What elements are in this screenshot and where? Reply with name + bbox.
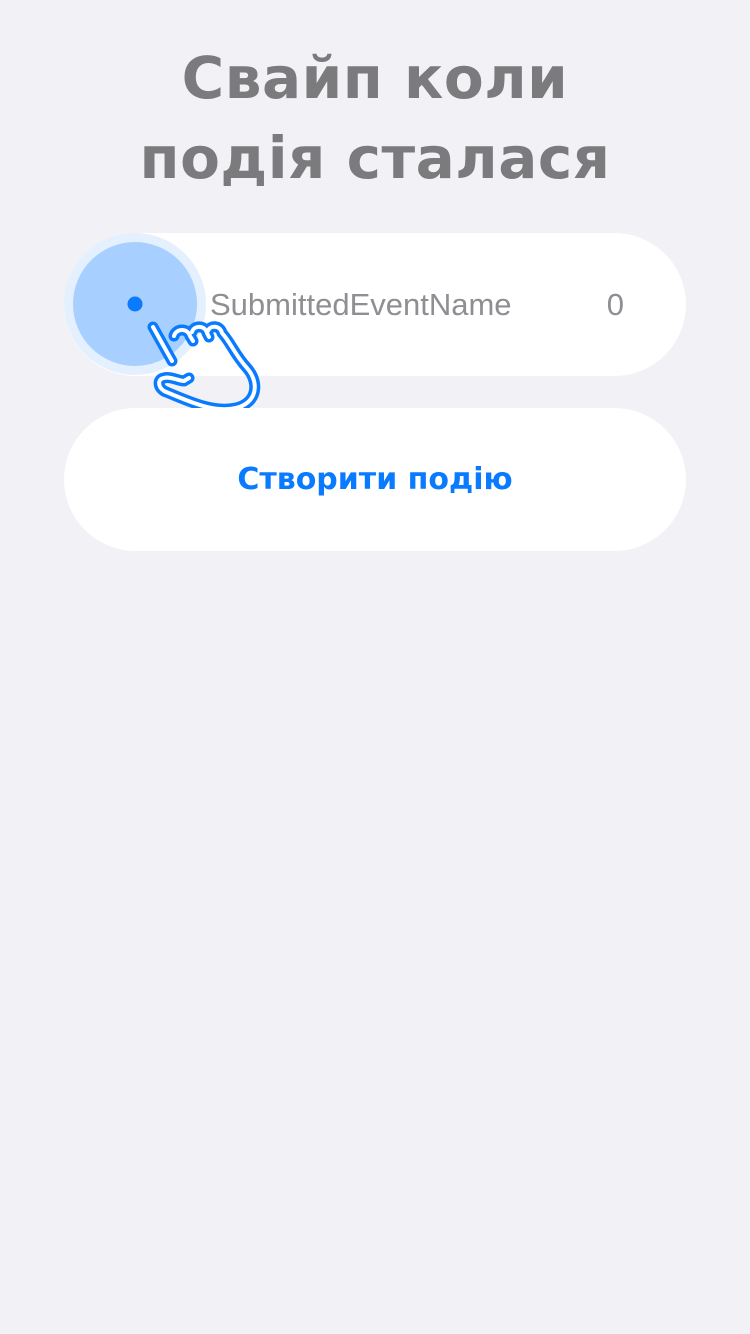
page-title: Свайп коли подія сталася [0,38,750,198]
page-title-line-1: Свайп коли [181,44,569,112]
event-name: SubmittedEventName [210,287,512,322]
create-event-button[interactable]: Створити подію [64,408,686,551]
event-row[interactable]: SubmittedEventName 0 [64,233,686,376]
page-title-line-2: подія сталася [139,124,611,192]
event-count: 0 [606,287,624,322]
